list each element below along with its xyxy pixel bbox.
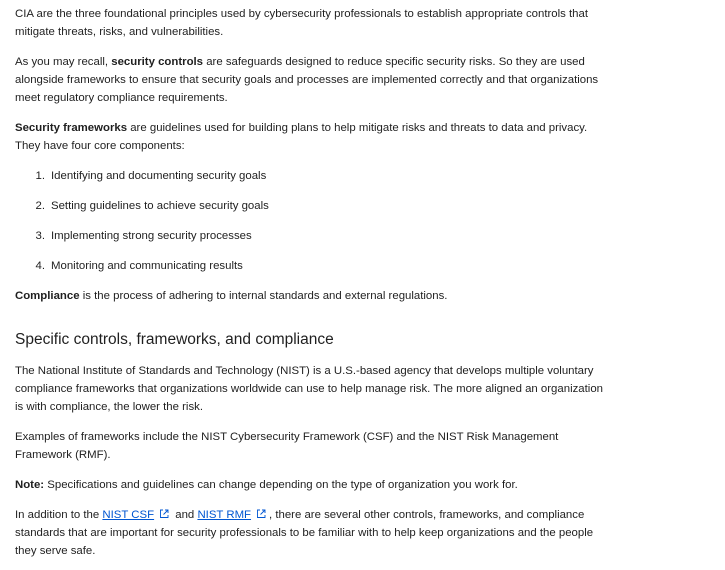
list-item-text: Identifying and documenting security goa… [51, 170, 267, 182]
compliance-suffix: is the process of adhering to internal s… [79, 290, 448, 302]
addition-middle: and [172, 509, 198, 521]
list-item: 4. Monitoring and communicating results [15, 257, 600, 287]
nist-csf-link[interactable]: NIST CSF [102, 509, 154, 521]
security-frameworks-paragraph: Security frameworks are guidelines used … [15, 119, 600, 155]
note-text: Specifications and guidelines can change… [44, 479, 518, 491]
security-frameworks-term: Security frameworks [15, 122, 128, 134]
list-item: 2. Setting guidelines to achieve security… [15, 197, 600, 227]
intro-text: CIA are the three foundational principle… [15, 8, 589, 38]
list-item-number: 2. [35, 200, 46, 212]
note-label: Note: [15, 479, 45, 491]
nist-paragraph: The National Institute of Standards and … [15, 362, 605, 416]
compliance-paragraph: Compliance is the process of adhering to… [15, 287, 600, 305]
nist-text: The National Institute of Standards and … [15, 365, 603, 413]
nist-rmf-link[interactable]: NIST RMF [197, 509, 251, 521]
security-controls-paragraph: As you may recall, security controls are… [15, 53, 600, 107]
note-paragraph: Note: Specifications and guidelines can … [15, 476, 605, 494]
list-item-text: Implementing strong security processes [51, 230, 252, 242]
intro-paragraph: CIA are the three foundational principle… [15, 5, 600, 41]
core-components-list: 1. Identifying and documenting security g… [15, 167, 600, 287]
list-item: 3. Implementing strong security processes [15, 227, 600, 257]
examples-paragraph: Examples of frameworks include the NIST … [15, 428, 605, 464]
list-item-number: 3. [35, 230, 46, 242]
list-item-text: Monitoring and communicating results [51, 260, 243, 272]
external-link-icon [160, 509, 169, 518]
compliance-term: Compliance [15, 290, 80, 302]
security-controls-term: security controls [111, 56, 204, 68]
list-item-text: Setting guidelines to achieve security g… [51, 200, 269, 212]
addition-paragraph: In addition to the NIST CSF and NIST RMF… [15, 506, 605, 560]
addition-prefix: In addition to the [15, 509, 103, 521]
examples-text: Examples of frameworks include the NIST … [15, 431, 559, 461]
list-item-number: 1. [35, 170, 46, 182]
controls-prefix: As you may recall, [15, 56, 112, 68]
section-heading: Specific controls, frameworks, and compl… [15, 331, 334, 348]
external-link-icon [257, 509, 266, 518]
list-item: 1. Identifying and documenting security g… [15, 167, 600, 197]
list-item-number: 4. [35, 260, 46, 272]
